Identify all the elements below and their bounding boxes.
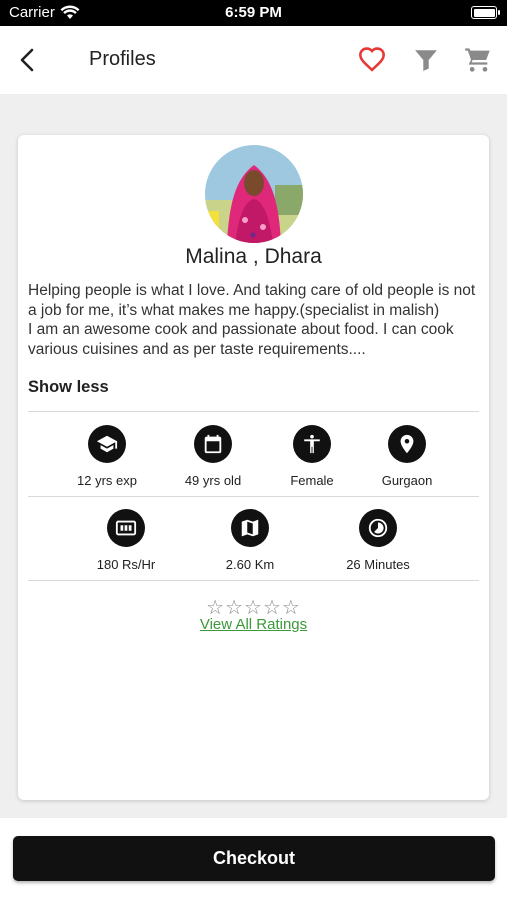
- view-all-ratings-link[interactable]: View All Ratings: [18, 616, 489, 633]
- graduation-cap-icon: [88, 425, 126, 463]
- profile-bio: Helping people is what I love. And takin…: [28, 282, 476, 358]
- back-arrow-icon[interactable]: [14, 46, 42, 74]
- map-icon: [231, 509, 269, 547]
- status-bar: Carrier 6:59 PM: [0, 0, 507, 26]
- stat-label: 2.60 Km: [225, 557, 275, 572]
- stat-experience: 12 yrs exp: [52, 425, 162, 488]
- stat-rate: 180 Rs/Hr: [71, 509, 181, 572]
- show-less-link[interactable]: Show less: [28, 378, 109, 397]
- calendar-icon: [194, 425, 232, 463]
- stat-label: Female: [290, 473, 334, 488]
- footer-bar: Checkout: [0, 818, 507, 900]
- person-icon: [293, 425, 331, 463]
- stat-label: 49 yrs old: [184, 473, 242, 488]
- stat-gender: Female: [257, 425, 367, 488]
- location-pin-icon: [388, 425, 426, 463]
- timer-icon: [359, 509, 397, 547]
- top-navbar: Profiles: [0, 26, 507, 94]
- stat-location: Gurgaon: [352, 425, 462, 488]
- divider: [28, 411, 479, 412]
- stat-label: Gurgaon: [381, 473, 433, 488]
- profile-card: Malina , Dhara Helping people is what I …: [18, 135, 489, 800]
- cart-icon[interactable]: [464, 46, 492, 74]
- avatar: [205, 145, 303, 243]
- checkout-button[interactable]: Checkout: [13, 836, 495, 881]
- heart-icon[interactable]: [358, 46, 386, 74]
- page-title: Profiles: [89, 48, 156, 70]
- stat-label: 180 Rs/Hr: [96, 557, 156, 572]
- divider: [28, 580, 479, 581]
- battery-icon: [471, 6, 500, 19]
- clock: 6:59 PM: [225, 4, 282, 21]
- stat-age: 49 yrs old: [158, 425, 268, 488]
- money-icon: [107, 509, 145, 547]
- filter-icon[interactable]: [413, 47, 439, 73]
- stat-distance: 2.60 Km: [195, 509, 305, 572]
- stat-time: 26 Minutes: [323, 509, 433, 572]
- divider: [28, 496, 479, 497]
- stat-label: 12 yrs exp: [77, 473, 137, 488]
- profile-name: Malina , Dhara: [185, 245, 322, 268]
- stat-label: 26 Minutes: [346, 557, 410, 572]
